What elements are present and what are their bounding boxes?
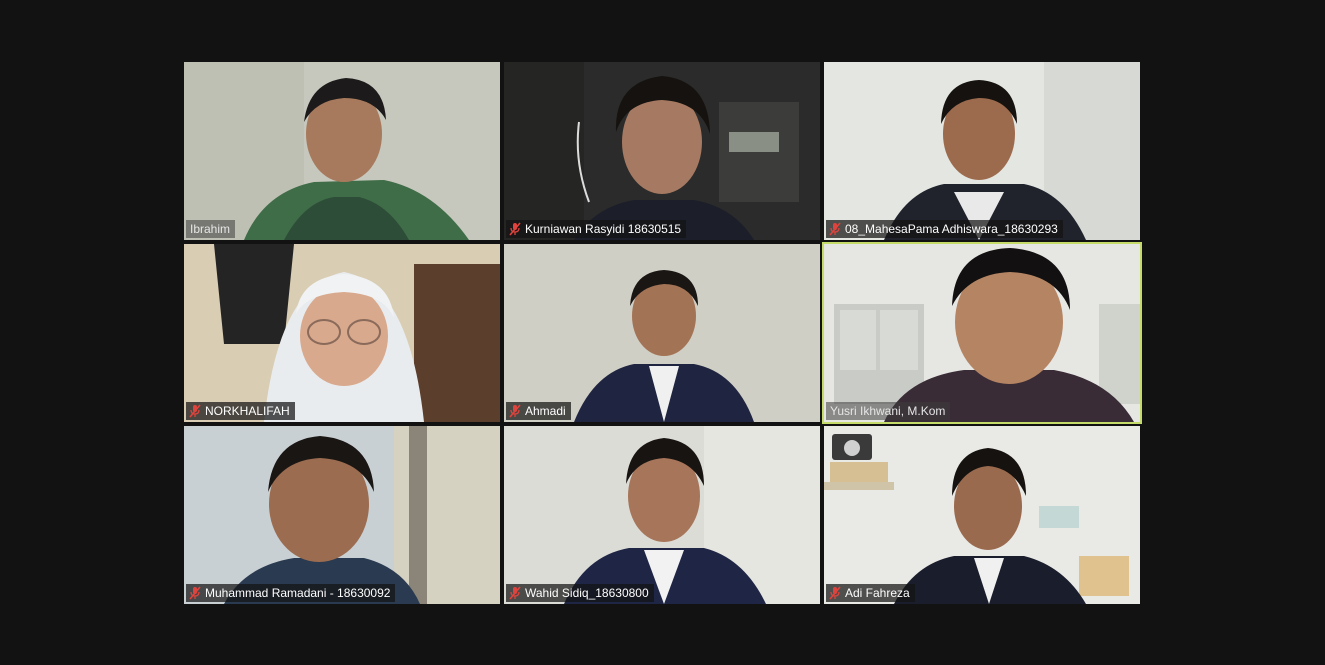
participant-name: Wahid Sidiq_18630800 [525, 586, 649, 600]
participant-name: NORKHALIFAH [205, 404, 290, 418]
participant-video [824, 244, 1140, 422]
microphone-muted-icon [509, 222, 521, 236]
participant-video [504, 426, 820, 604]
microphone-muted-icon [829, 222, 841, 236]
video-tile-muhammad-ramadani[interactable]: Muhammad Ramadani - 18630092 [184, 426, 500, 604]
participant-name: Kurniawan Rasyidi 18630515 [525, 222, 682, 236]
video-tile-yusri-active-speaker[interactable]: Yusri Ikhwani, M.Kom [822, 242, 1142, 424]
video-tile-wahid-sidiq[interactable]: Wahid Sidiq_18630800 [504, 426, 820, 604]
video-tile-kurniawan[interactable]: Kurniawan Rasyidi 18630515 [504, 62, 820, 240]
participant-video [824, 62, 1140, 240]
microphone-muted-icon [509, 404, 521, 418]
participant-name-tag: NORKHALIFAH [186, 402, 295, 420]
gallery-view-grid: Ibrahim Kurniawan Rasyidi 18630515 08_Ma… [184, 62, 1142, 604]
participant-video [184, 244, 500, 422]
participant-name-tag: Muhammad Ramadani - 18630092 [186, 584, 396, 602]
video-tile-ahmadi[interactable]: Ahmadi [504, 244, 820, 422]
participant-name: 08_MahesaPama Adhiswara_18630293 [845, 222, 1058, 236]
participant-name-tag: Yusri Ikhwani, M.Kom [826, 402, 951, 420]
participant-name-tag: 08_MahesaPama Adhiswara_18630293 [826, 220, 1063, 238]
microphone-muted-icon [829, 586, 841, 600]
video-meeting-window: Ibrahim Kurniawan Rasyidi 18630515 08_Ma… [0, 0, 1325, 665]
participant-name: Muhammad Ramadani - 18630092 [205, 586, 391, 600]
participant-name: Ahmadi [525, 404, 566, 418]
participant-video [504, 62, 820, 240]
participant-name-tag: Adi Fahreza [826, 584, 915, 602]
participant-video [184, 62, 500, 240]
participant-name-tag: Kurniawan Rasyidi 18630515 [506, 220, 687, 238]
video-tile-adi-fahreza[interactable]: Adi Fahreza [824, 426, 1140, 604]
participant-name-tag: Ahmadi [506, 402, 571, 420]
participant-name: Adi Fahreza [845, 586, 910, 600]
microphone-muted-icon [509, 586, 521, 600]
microphone-muted-icon [189, 404, 201, 418]
participant-video [184, 426, 500, 604]
participant-name: Yusri Ikhwani, M.Kom [830, 404, 946, 418]
participant-name-tag: Wahid Sidiq_18630800 [506, 584, 654, 602]
video-tile-norkhalifah[interactable]: NORKHALIFAH [184, 244, 500, 422]
video-tile-ibrahim[interactable]: Ibrahim [184, 62, 500, 240]
participant-name-tag: Ibrahim [186, 220, 236, 238]
participant-name: Ibrahim [190, 222, 231, 236]
participant-video [824, 426, 1140, 604]
participant-video [504, 244, 820, 422]
microphone-muted-icon [189, 586, 201, 600]
video-tile-mahesapama[interactable]: 08_MahesaPama Adhiswara_18630293 [824, 62, 1140, 240]
